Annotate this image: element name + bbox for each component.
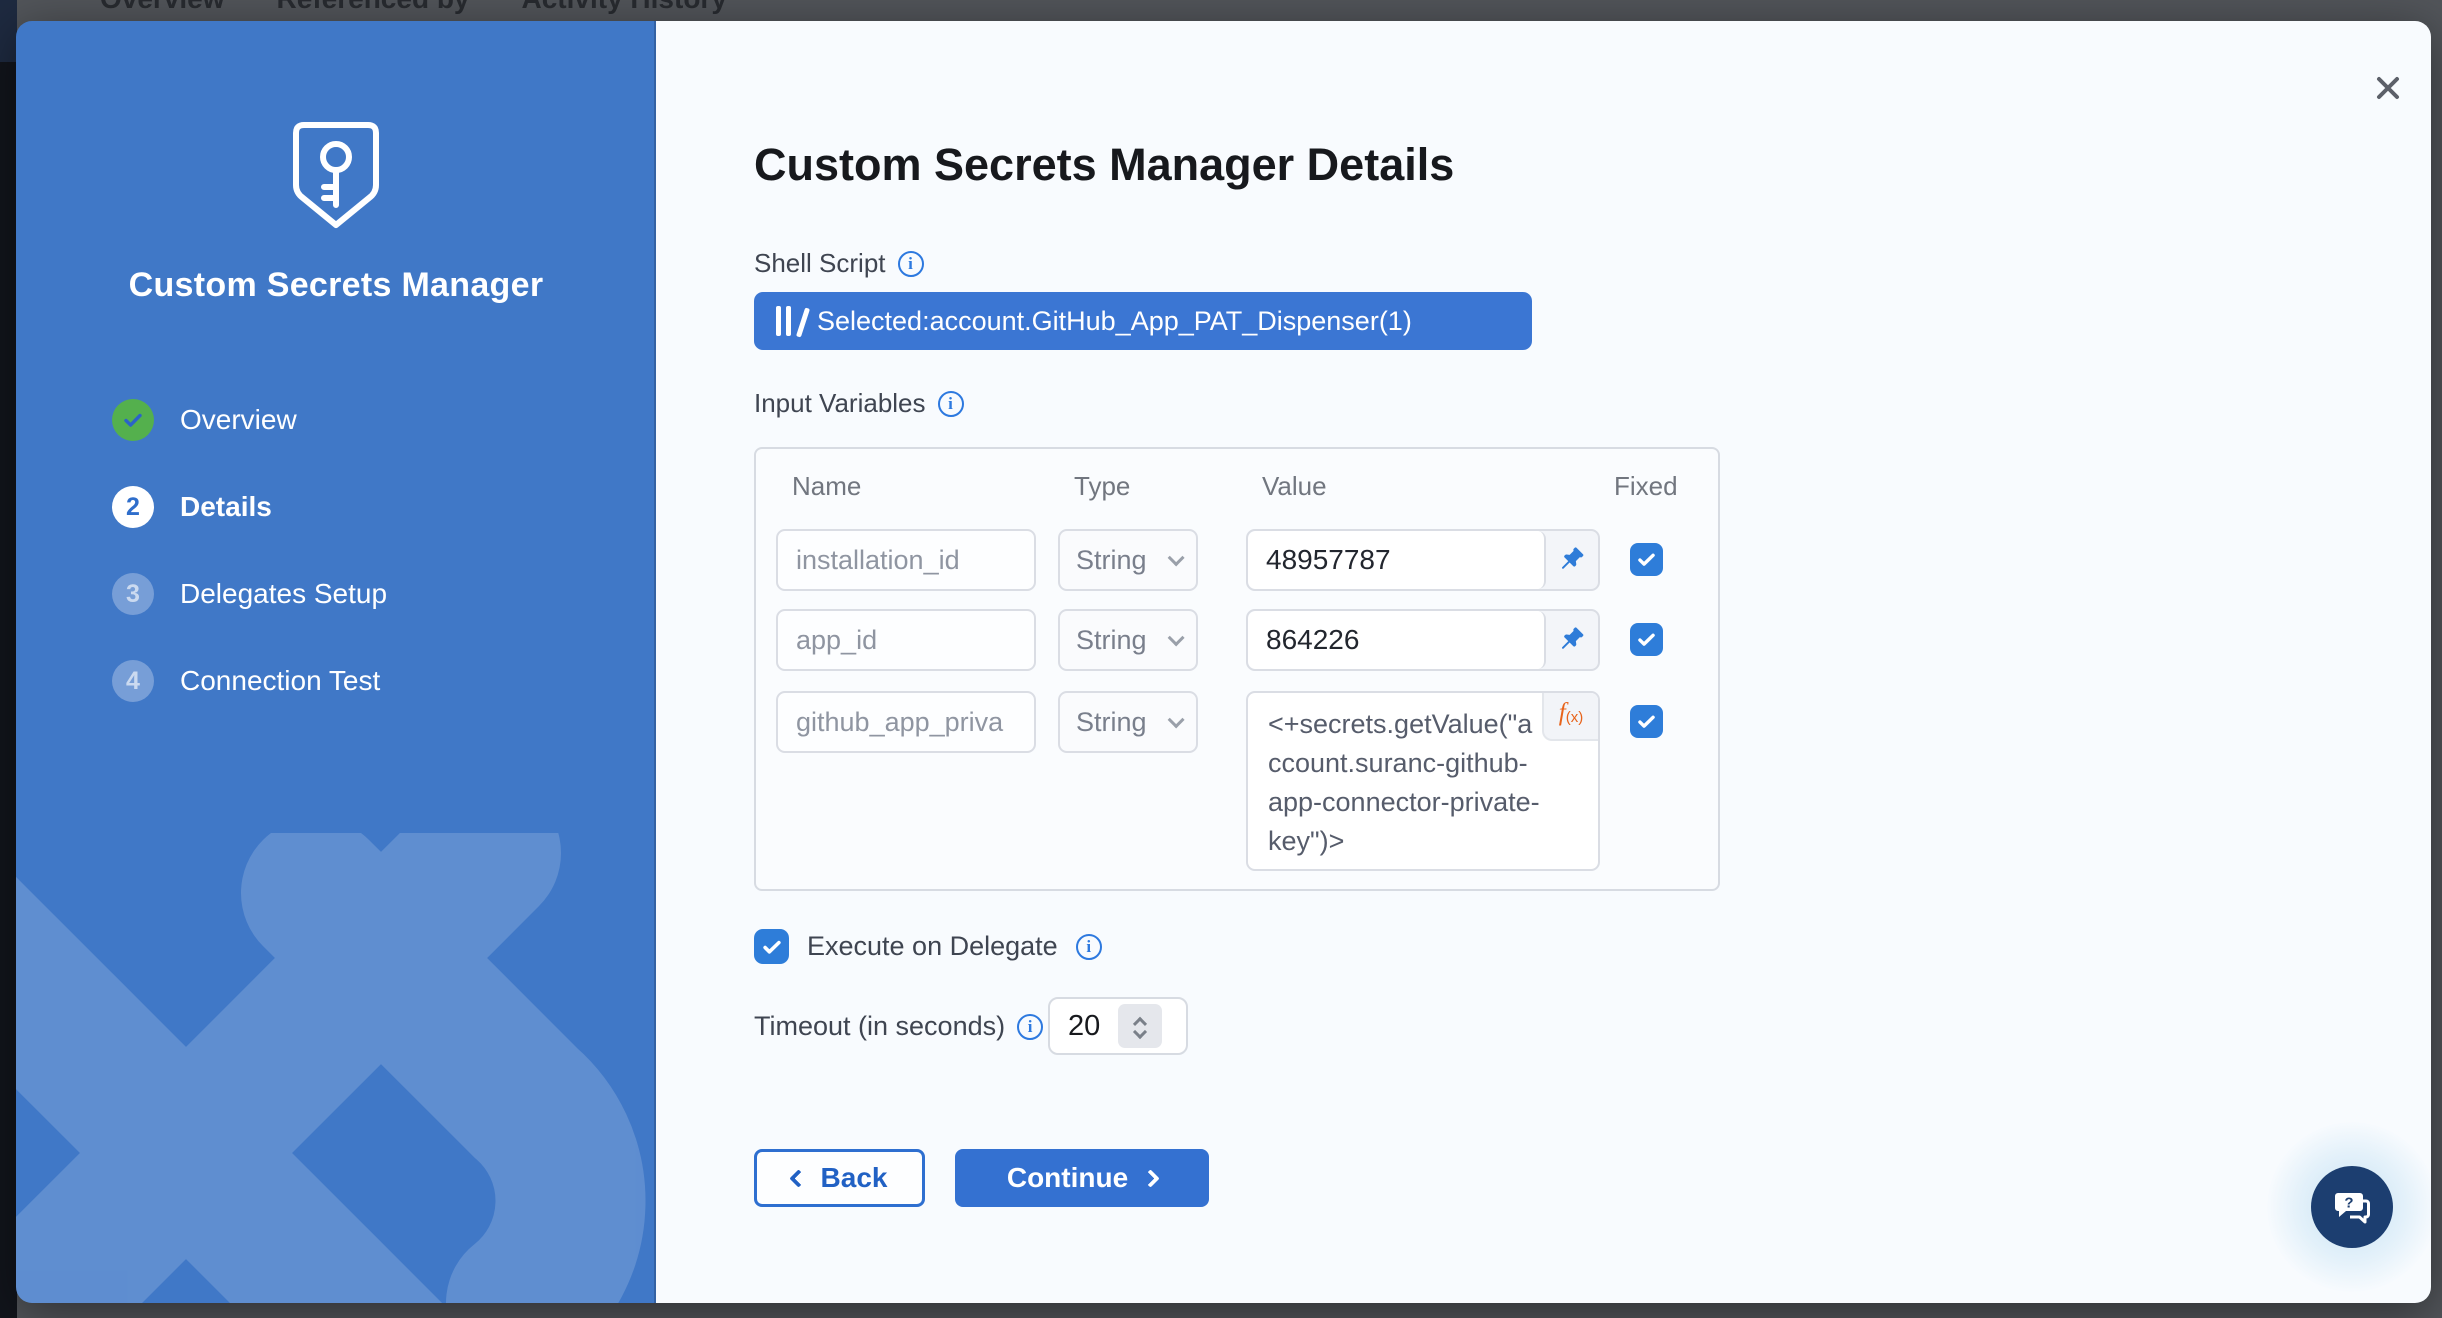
pin-icon[interactable]	[1546, 611, 1598, 669]
execute-on-delegate-checkbox[interactable]	[754, 929, 789, 964]
chevron-left-icon	[789, 1169, 807, 1187]
check-icon	[1636, 549, 1657, 570]
step-number: 4	[112, 660, 154, 702]
variable-type-select[interactable]: String	[1058, 691, 1198, 753]
library-icon	[776, 306, 801, 336]
wizard-sidebar: Custom Secrets Manager Overview 2 Detail…	[16, 21, 656, 1303]
timeout-label-row: Timeout (in seconds) i	[754, 1011, 1043, 1042]
variable-type-select[interactable]: String	[1058, 609, 1198, 671]
help-chat-button[interactable]: ?	[2311, 1166, 2393, 1248]
step-done-check-icon	[112, 399, 154, 441]
chevron-down-icon	[1168, 629, 1185, 646]
chevron-right-icon	[1141, 1169, 1159, 1187]
wizard-nav-buttons: Back Continue	[754, 1149, 1209, 1207]
check-icon	[1636, 711, 1657, 732]
wizard-title: Custom Secrets Manager	[16, 266, 656, 305]
fixed-checkbox[interactable]	[1630, 623, 1663, 656]
variable-value-input[interactable]	[1248, 531, 1546, 589]
step-label: Delegates Setup	[180, 578, 387, 610]
info-icon[interactable]: i	[1076, 934, 1102, 960]
input-variables-label: Input Variables	[754, 388, 926, 419]
step-label: Details	[180, 491, 272, 523]
info-icon[interactable]: i	[938, 391, 964, 417]
step-label: Connection Test	[180, 665, 380, 697]
tab-referenced-by[interactable]: Referenced by	[277, 0, 470, 15]
wizard-steps: Overview 2 Details 3 Delegates Setup 4 C…	[112, 399, 387, 747]
help-question-glyph: ?	[2344, 1195, 2353, 1212]
variable-type-value: String	[1076, 625, 1147, 656]
execute-on-delegate-label: Execute on Delegate	[807, 931, 1058, 962]
fx-expression-icon[interactable]: f(x)	[1542, 693, 1598, 741]
step-number: 3	[112, 573, 154, 615]
tab-overview[interactable]: Overview	[100, 0, 225, 15]
input-variables-table: Name Type Value Fixed String	[754, 447, 1720, 891]
shell-script-label: Shell Script	[754, 248, 886, 279]
chevron-down-icon	[1168, 549, 1185, 566]
secrets-manager-shield-key-icon	[286, 119, 386, 241]
variable-name-input[interactable]	[776, 529, 1036, 591]
background-left-nav-top	[0, 0, 17, 62]
chevron-down-icon	[1168, 711, 1185, 728]
selected-shell-script-chip[interactable]: Selected:account.GitHub_App_PAT_Dispense…	[754, 292, 1532, 350]
timeout-stepper	[1048, 997, 1188, 1055]
step-connection-test[interactable]: 4 Connection Test	[112, 660, 387, 702]
execute-on-delegate-row: Execute on Delegate i	[754, 929, 1102, 964]
shell-script-label-row: Shell Script i	[754, 248, 924, 279]
expression-text: <+secrets.getValue("account.suranc-githu…	[1268, 705, 1540, 861]
variable-name-input[interactable]	[776, 609, 1036, 671]
column-header-fixed: Fixed	[1614, 471, 1678, 502]
step-delegates-setup[interactable]: 3 Delegates Setup	[112, 573, 387, 615]
step-details[interactable]: 2 Details	[112, 486, 387, 528]
timeout-label: Timeout (in seconds)	[754, 1011, 1005, 1042]
info-icon[interactable]: i	[1017, 1014, 1043, 1040]
step-number: 2	[112, 486, 154, 528]
fixed-checkbox[interactable]	[1630, 543, 1663, 576]
background-left-nav	[0, 0, 17, 1318]
variable-type-value: String	[1076, 545, 1147, 576]
step-overview[interactable]: Overview	[112, 399, 387, 441]
tab-activity-history[interactable]: Activity History	[522, 0, 727, 15]
stepper-buttons[interactable]	[1118, 1004, 1162, 1048]
variable-value-group	[1246, 609, 1600, 671]
variable-value-expression[interactable]: <+secrets.getValue("account.suranc-githu…	[1246, 691, 1600, 871]
page-title: Custom Secrets Manager Details	[754, 139, 1454, 191]
info-icon[interactable]: i	[898, 251, 924, 277]
variable-type-select[interactable]: String	[1058, 529, 1198, 591]
background-tab-bar: Overview Referenced by Activity History	[100, 0, 727, 15]
check-icon	[1636, 629, 1657, 650]
input-variables-label-row: Input Variables i	[754, 388, 964, 419]
column-header-type: Type	[1074, 471, 1130, 502]
step-label: Overview	[180, 404, 297, 436]
variable-name-input[interactable]	[776, 691, 1036, 753]
harness-logo-watermark	[16, 833, 656, 1303]
column-header-value: Value	[1262, 471, 1327, 502]
fixed-checkbox[interactable]	[1630, 705, 1663, 738]
close-icon[interactable]	[2368, 69, 2408, 109]
check-icon	[761, 936, 783, 958]
variable-value-group	[1246, 529, 1600, 591]
variable-type-value: String	[1076, 707, 1147, 738]
selected-shell-script-value: Selected:account.GitHub_App_PAT_Dispense…	[817, 306, 1412, 337]
continue-button[interactable]: Continue	[955, 1149, 1209, 1207]
help-chat-icon: ?	[2328, 1183, 2376, 1231]
column-header-name: Name	[792, 471, 861, 502]
variable-value-input[interactable]	[1248, 611, 1546, 669]
details-panel: Custom Secrets Manager Details Shell Scr…	[656, 21, 2431, 1303]
custom-secrets-manager-modal: Custom Secrets Manager Overview 2 Detail…	[16, 21, 2431, 1303]
timeout-input[interactable]	[1050, 1010, 1116, 1043]
back-button[interactable]: Back	[754, 1149, 925, 1207]
pin-icon[interactable]	[1546, 531, 1598, 589]
